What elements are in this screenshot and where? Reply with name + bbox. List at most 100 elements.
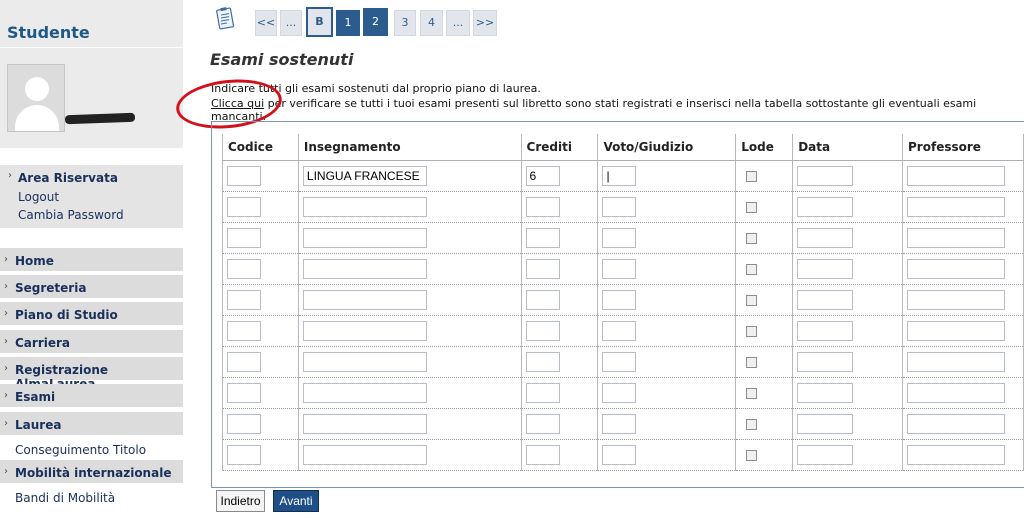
insegnamento-input[interactable] [302, 444, 427, 465]
voto-input[interactable] [602, 444, 637, 465]
professore-input[interactable] [907, 289, 1006, 310]
nav-label: Home [15, 254, 54, 268]
voto-input[interactable] [602, 196, 637, 217]
insegnamento-input[interactable] [302, 165, 427, 186]
nav-mobilita-internazionale[interactable]: › Mobilità internazionale [0, 460, 183, 485]
insegnamento-input[interactable] [302, 382, 427, 403]
lode-checkbox[interactable] [746, 387, 758, 399]
data-input[interactable] [797, 413, 854, 434]
nav-segreteria[interactable]: › Segreteria [0, 275, 183, 300]
data-input[interactable] [797, 351, 854, 372]
pager-b[interactable]: B [306, 7, 333, 37]
codice-input[interactable] [227, 227, 261, 248]
data-input[interactable] [797, 165, 854, 186]
voto-input[interactable] [602, 289, 637, 310]
voto-input[interactable] [602, 227, 637, 248]
change-password-link[interactable]: Cambia Password [18, 208, 124, 222]
pager-ellipsis-right[interactable]: ... [446, 10, 470, 36]
codice-input[interactable] [227, 413, 261, 434]
insegnamento-input[interactable] [302, 413, 427, 434]
voto-input[interactable] [602, 351, 637, 372]
insegnamento-input[interactable] [302, 351, 427, 372]
pager-ellipsis-left[interactable]: ... [280, 10, 302, 36]
professore-input[interactable] [907, 258, 1006, 279]
voto-input[interactable] [602, 165, 637, 186]
nav-registrazione-almalaurea[interactable]: › Registrazione AlmaLaurea [0, 357, 183, 391]
lode-checkbox[interactable] [746, 356, 758, 368]
voto-input[interactable] [602, 413, 637, 434]
nav-bandi-di-mobilita[interactable]: Bandi di Mobilità [15, 491, 115, 505]
lode-checkbox[interactable] [746, 263, 758, 275]
crediti-input[interactable] [525, 320, 560, 341]
codice-input[interactable] [227, 289, 261, 310]
codice-input[interactable] [227, 351, 261, 372]
data-input[interactable] [797, 258, 854, 279]
insegnamento-input[interactable] [302, 289, 427, 310]
data-input[interactable] [797, 289, 854, 310]
pager-page-4[interactable]: 4 [420, 10, 443, 36]
crediti-input[interactable] [525, 382, 560, 403]
codice-input[interactable] [227, 382, 261, 403]
crediti-input[interactable] [525, 196, 560, 217]
nav-esami[interactable]: › Esami [0, 384, 183, 409]
codice-input[interactable] [227, 320, 261, 341]
voto-input[interactable] [602, 382, 637, 403]
data-input[interactable] [797, 444, 854, 465]
pager-page-3[interactable]: 3 [394, 10, 416, 36]
chevron-right-icon: › [4, 466, 8, 477]
professore-input[interactable] [907, 165, 1006, 186]
lode-checkbox[interactable] [746, 201, 758, 213]
codice-input[interactable] [227, 258, 261, 279]
nav-conseguimento-titolo[interactable]: Conseguimento Titolo [15, 443, 146, 457]
professore-input[interactable] [907, 320, 1006, 341]
lode-checkbox[interactable] [746, 325, 758, 337]
data-input[interactable] [797, 227, 854, 248]
professore-input[interactable] [907, 382, 1006, 403]
chevron-right-icon: › [4, 281, 8, 292]
lode-checkbox[interactable] [746, 294, 758, 306]
back-button[interactable]: Indietro [216, 490, 265, 512]
lode-checkbox[interactable] [746, 232, 758, 244]
logout-link[interactable]: Logout [18, 190, 59, 204]
crediti-input[interactable] [525, 444, 560, 465]
codice-input[interactable] [227, 444, 261, 465]
codice-input[interactable] [227, 165, 261, 186]
crediti-input[interactable] [525, 165, 560, 186]
area-riservata-link[interactable]: Area Riservata [18, 171, 118, 185]
insegnamento-input[interactable] [302, 258, 427, 279]
professore-input[interactable] [907, 444, 1006, 465]
professore-input[interactable] [907, 227, 1006, 248]
insegnamento-input[interactable] [302, 320, 427, 341]
crediti-input[interactable] [525, 413, 560, 434]
pager-last[interactable]: >> [473, 10, 497, 36]
insegnamento-input[interactable] [302, 196, 427, 217]
professore-input[interactable] [907, 196, 1006, 217]
table-cell [902, 284, 1024, 316]
insegnamento-input[interactable] [302, 227, 427, 248]
crediti-input[interactable] [525, 351, 560, 372]
next-button[interactable]: Avanti [273, 490, 319, 512]
crediti-input[interactable] [525, 227, 560, 248]
nav-piano-di-studio[interactable]: › Piano di Studio [0, 302, 183, 327]
lode-checkbox[interactable] [746, 170, 758, 182]
voto-input[interactable] [602, 258, 637, 279]
lode-checkbox[interactable] [746, 449, 758, 461]
pager-page-1[interactable]: 1 [336, 10, 360, 36]
nav-home[interactable]: › Home [0, 248, 183, 273]
codice-input[interactable] [227, 196, 261, 217]
pager-page-2[interactable]: 2 [363, 8, 388, 36]
voto-input[interactable] [602, 320, 637, 341]
table-row [222, 315, 1024, 347]
professore-input[interactable] [907, 413, 1006, 434]
lode-checkbox[interactable] [746, 418, 758, 430]
pager-first[interactable]: << [255, 10, 277, 36]
table-cell [735, 191, 794, 223]
data-input[interactable] [797, 320, 854, 341]
nav-carriera[interactable]: › Carriera [0, 330, 183, 355]
data-input[interactable] [797, 196, 854, 217]
crediti-input[interactable] [525, 258, 560, 279]
data-input[interactable] [797, 382, 854, 403]
nav-laurea[interactable]: › Laurea [0, 412, 183, 437]
professore-input[interactable] [907, 351, 1006, 372]
crediti-input[interactable] [525, 289, 560, 310]
